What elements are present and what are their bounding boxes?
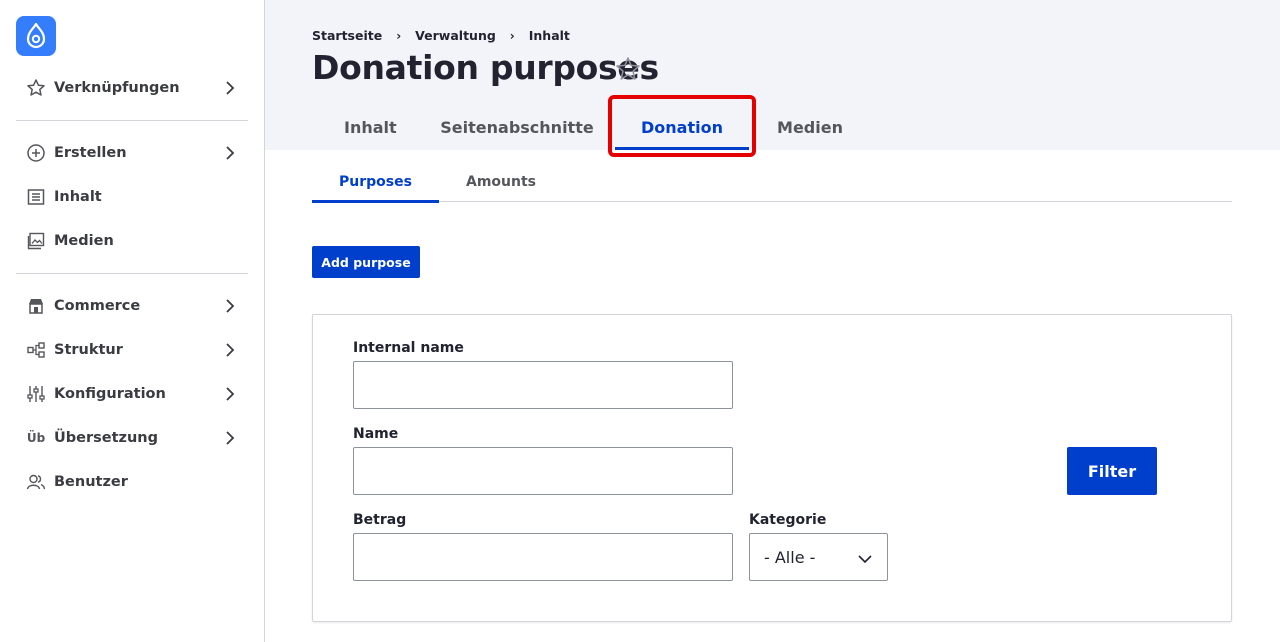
star-icon[interactable] [615, 56, 641, 86]
chevron-right-icon [222, 430, 238, 446]
star-icon [26, 78, 46, 98]
tab-content[interactable]: Inhalt [312, 104, 422, 150]
structure-icon [26, 340, 46, 360]
chevron-down-icon [857, 550, 873, 569]
sidebar-item-label: Struktur [54, 342, 123, 358]
sidebar-item-configuration[interactable]: Konfiguration [16, 376, 248, 412]
tab-media[interactable]: Medien [765, 104, 855, 150]
plus-circle-icon [26, 143, 46, 163]
name-label: Name [353, 426, 399, 442]
breadcrumb-link[interactable]: Inhalt [529, 28, 570, 43]
sidebar-item-shortcuts[interactable]: Verknüpfungen [16, 70, 248, 106]
sidebar-item-label: Verknüpfungen [54, 80, 180, 96]
drupal-logo-icon[interactable] [16, 16, 56, 56]
chevron-right-icon [222, 298, 238, 314]
image-icon [26, 231, 46, 251]
internal-name-input[interactable] [353, 361, 733, 409]
document-list-icon [26, 187, 46, 207]
sidebar-item-label: Übersetzung [54, 430, 158, 446]
shop-icon [26, 296, 46, 316]
admin-sidebar: Verknüpfungen Erstellen Inhalt Medien Co… [0, 0, 265, 642]
sidebar-item-label: Erstellen [54, 145, 127, 161]
sidebar-item-label: Benutzer [54, 474, 128, 490]
sidebar-item-label: Medien [54, 233, 114, 249]
breadcrumb: Startseite › Verwaltung › Inhalt [312, 28, 570, 43]
sidebar-item-users[interactable]: Benutzer [16, 464, 248, 500]
internal-name-label: Internal name [353, 340, 464, 356]
sidebar-item-label: Commerce [54, 298, 141, 314]
sidebar-divider [16, 120, 248, 121]
sidebar-item-translation[interactable]: Üb Übersetzung [16, 420, 248, 456]
chevron-right-icon [222, 80, 238, 96]
breadcrumb-link[interactable]: Verwaltung [415, 28, 496, 43]
sidebar-item-content[interactable]: Inhalt [16, 179, 248, 215]
users-icon [26, 472, 46, 492]
sidebar-item-label: Konfiguration [54, 386, 166, 402]
sidebar-item-commerce[interactable]: Commerce [16, 288, 248, 324]
name-input[interactable] [353, 447, 733, 495]
amount-label: Betrag [353, 512, 407, 528]
chevron-right-icon [222, 342, 238, 358]
sliders-icon [26, 384, 46, 404]
chevron-right-icon [222, 386, 238, 402]
category-selected-value: - Alle - [764, 547, 816, 567]
page-title: Donation purposes [312, 48, 659, 87]
translation-icon: Üb [26, 431, 46, 445]
sidebar-item-label: Inhalt [54, 189, 102, 205]
sidebar-item-structure[interactable]: Struktur [16, 332, 248, 368]
secondary-tabs: Purposes Amounts [312, 162, 1232, 203]
sidebar-item-create[interactable]: Erstellen [16, 135, 248, 171]
page-header: Startseite › Verwaltung › Inhalt Donatio… [265, 0, 1280, 150]
category-label: Kategorie [749, 512, 827, 528]
amount-input[interactable] [353, 533, 733, 581]
tab-sections[interactable]: Seitenabschnitte [437, 104, 597, 150]
breadcrumb-link[interactable]: Startseite [312, 28, 382, 43]
chevron-right-icon [222, 145, 238, 161]
category-select[interactable]: - Alle - [749, 533, 888, 581]
highlight-annotation [608, 95, 756, 157]
add-purpose-button[interactable]: Add purpose [312, 246, 420, 278]
chevron-right-icon: › [509, 28, 515, 43]
tab-amounts[interactable]: Amounts [439, 162, 563, 202]
chevron-right-icon: › [396, 28, 402, 43]
filter-button[interactable]: Filter [1067, 447, 1157, 495]
sidebar-divider [16, 273, 248, 274]
tab-purposes[interactable]: Purposes [312, 162, 439, 203]
sidebar-item-media[interactable]: Medien [16, 223, 248, 259]
filter-panel: Internal name Name Betrag Kategorie - Al… [312, 314, 1232, 622]
